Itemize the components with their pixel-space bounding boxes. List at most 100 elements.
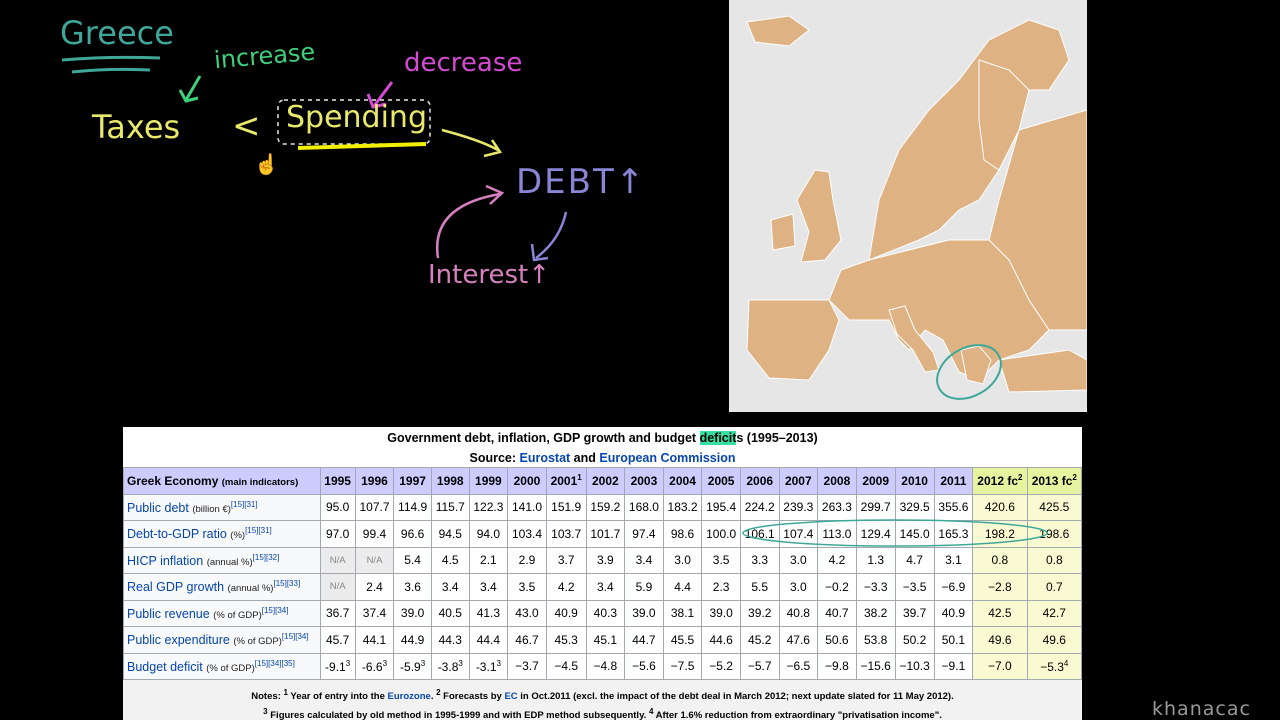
table-cell: 45.3 — [545, 626, 587, 654]
table-cell: −6.9 — [933, 573, 974, 601]
table-cell: -6.63 — [354, 652, 395, 680]
forecast-cell: 198.2 — [972, 520, 1028, 548]
table-cell: −5.7 — [739, 652, 780, 680]
row-header-link[interactable]: Debt-to-GDP ratio (%)[15][31] — [123, 520, 321, 548]
table-cell: -5.93 — [393, 652, 432, 680]
decrease-label: decrease — [404, 48, 523, 78]
table-cell: 45.5 — [662, 626, 703, 654]
table-cell: 3.0 — [662, 546, 703, 574]
forecast-cell: 42.7 — [1026, 599, 1082, 627]
debt-to-interest-arrow — [530, 211, 568, 262]
row-header-link[interactable]: Budget deficit (% of GDP)[15][34][35] — [123, 652, 321, 680]
table-cell: 3.4 — [624, 546, 664, 574]
table-cell: 44.1 — [354, 626, 395, 654]
table-cell: 3.5 — [701, 546, 741, 574]
table-source: Source: Eurostat and European Commission — [469, 451, 736, 465]
table-cell: 46.7 — [507, 626, 547, 654]
year-header: 2009 — [855, 467, 896, 495]
table-row: Budget deficit (% of GDP)[15][34][35] -9.… — [123, 652, 1082, 680]
table-cell: −0.2 — [817, 573, 857, 601]
interest-label: Interest↑ — [428, 260, 550, 290]
table-cell: 45.2 — [739, 626, 780, 654]
table-cell: −6.5 — [778, 652, 819, 680]
table-cell: 5.5 — [739, 573, 780, 601]
table-cell: 107.7 — [354, 493, 395, 521]
khan-academy-watermark: khanacac — [1152, 698, 1251, 720]
table-notes: Notes: 1 Year of entry into the Eurozone… — [123, 680, 1082, 720]
forecast-cell: 0.8 — [972, 546, 1028, 574]
row-header-link[interactable]: Public debt (billion €)[15][31] — [123, 493, 321, 521]
forecast-cell: 49.6 — [1026, 626, 1082, 654]
table-cell: N/A — [354, 546, 395, 574]
table-cell: 44.3 — [430, 626, 470, 654]
year-header: 2008 — [817, 467, 857, 495]
table-cell: 3.6 — [393, 573, 432, 601]
table-cell: 4.2 — [817, 546, 857, 574]
forecast-year-header: 2013 fc2 — [1026, 467, 1082, 495]
table-cell: 151.9 — [545, 493, 587, 521]
table-cell: 39.2 — [739, 599, 780, 627]
table-cell: 113.0 — [817, 520, 857, 548]
table-caption: Government debt, inflation, GDP growth a… — [387, 431, 818, 445]
year-header: 2004 — [662, 467, 703, 495]
table-cell: 168.0 — [624, 493, 664, 521]
table-cell: 1.3 — [855, 546, 896, 574]
row-header-link[interactable]: HICP inflation (annual %)[15][32] — [123, 546, 321, 574]
european-commission-link[interactable]: European Commission — [599, 451, 735, 465]
year-header: 2000 — [507, 467, 547, 495]
forecast-cell: 42.5 — [972, 599, 1028, 627]
year-header: 2002 — [585, 467, 626, 495]
table-cell: 3.0 — [778, 573, 819, 601]
ec-link[interactable]: EC — [504, 691, 517, 702]
table-cell: 299.7 — [855, 493, 896, 521]
table-cell: −4.8 — [585, 652, 626, 680]
table-cell: 45.1 — [585, 626, 626, 654]
table-cell: 97.4 — [624, 520, 664, 548]
europe-map — [729, 0, 1087, 412]
search-highlight: deficit — [699, 431, 737, 445]
year-header: 2005 — [701, 467, 741, 495]
row-header-link[interactable]: Public revenue (% of GDP)[15][34] — [123, 599, 321, 627]
table-cell: 3.9 — [585, 546, 626, 574]
table-cell: 159.2 — [585, 493, 626, 521]
table-cell: 40.9 — [933, 599, 974, 627]
table-cell: 47.6 — [778, 626, 819, 654]
table-cell: 40.9 — [545, 599, 587, 627]
table-cell: 98.6 — [662, 520, 703, 548]
table-cell: 97.0 — [319, 520, 356, 548]
table-cell: 129.4 — [855, 520, 896, 548]
table-cell: 38.2 — [855, 599, 896, 627]
table-cell: 4.7 — [894, 546, 935, 574]
table-cell: −15.6 — [855, 652, 896, 680]
table-cell: 39.0 — [393, 599, 432, 627]
table-cell: 41.3 — [468, 599, 509, 627]
table-cell: 115.7 — [430, 493, 470, 521]
table-cell: −7.5 — [662, 652, 703, 680]
interest-to-debt-arrow — [435, 184, 505, 259]
table-cell: −9.8 — [817, 652, 857, 680]
year-header: 1995 — [319, 467, 356, 495]
row-header-link[interactable]: Public expenditure (% of GDP)[15][34] — [123, 626, 321, 654]
table-cell: 4.2 — [545, 573, 587, 601]
table-cell: 165.3 — [933, 520, 974, 548]
table-cell: 2.1 — [468, 546, 509, 574]
table-cell: 40.3 — [585, 599, 626, 627]
table-cell: 44.7 — [624, 626, 664, 654]
eurostat-link[interactable]: Eurostat — [520, 451, 571, 465]
table-cell: 3.1 — [933, 546, 974, 574]
table-cell: 2.3 — [701, 573, 741, 601]
increase-arrow — [178, 75, 202, 103]
table-cell: −10.3 — [894, 652, 935, 680]
table-cell: 38.1 — [662, 599, 703, 627]
table-cell: −4.5 — [545, 652, 587, 680]
table-cell: 5.4 — [393, 546, 432, 574]
table-cell: 103.4 — [507, 520, 547, 548]
table-cell: 145.0 — [894, 520, 935, 548]
table-cell: 329.5 — [894, 493, 935, 521]
table-cell: N/A — [319, 573, 356, 601]
eurozone-link[interactable]: Eurozone — [388, 691, 431, 702]
table-cell: 4.4 — [662, 573, 703, 601]
table-cell: 53.8 — [855, 626, 896, 654]
row-header-link[interactable]: Real GDP growth (annual %)[15][33] — [123, 573, 321, 601]
table-cell: 39.0 — [624, 599, 664, 627]
